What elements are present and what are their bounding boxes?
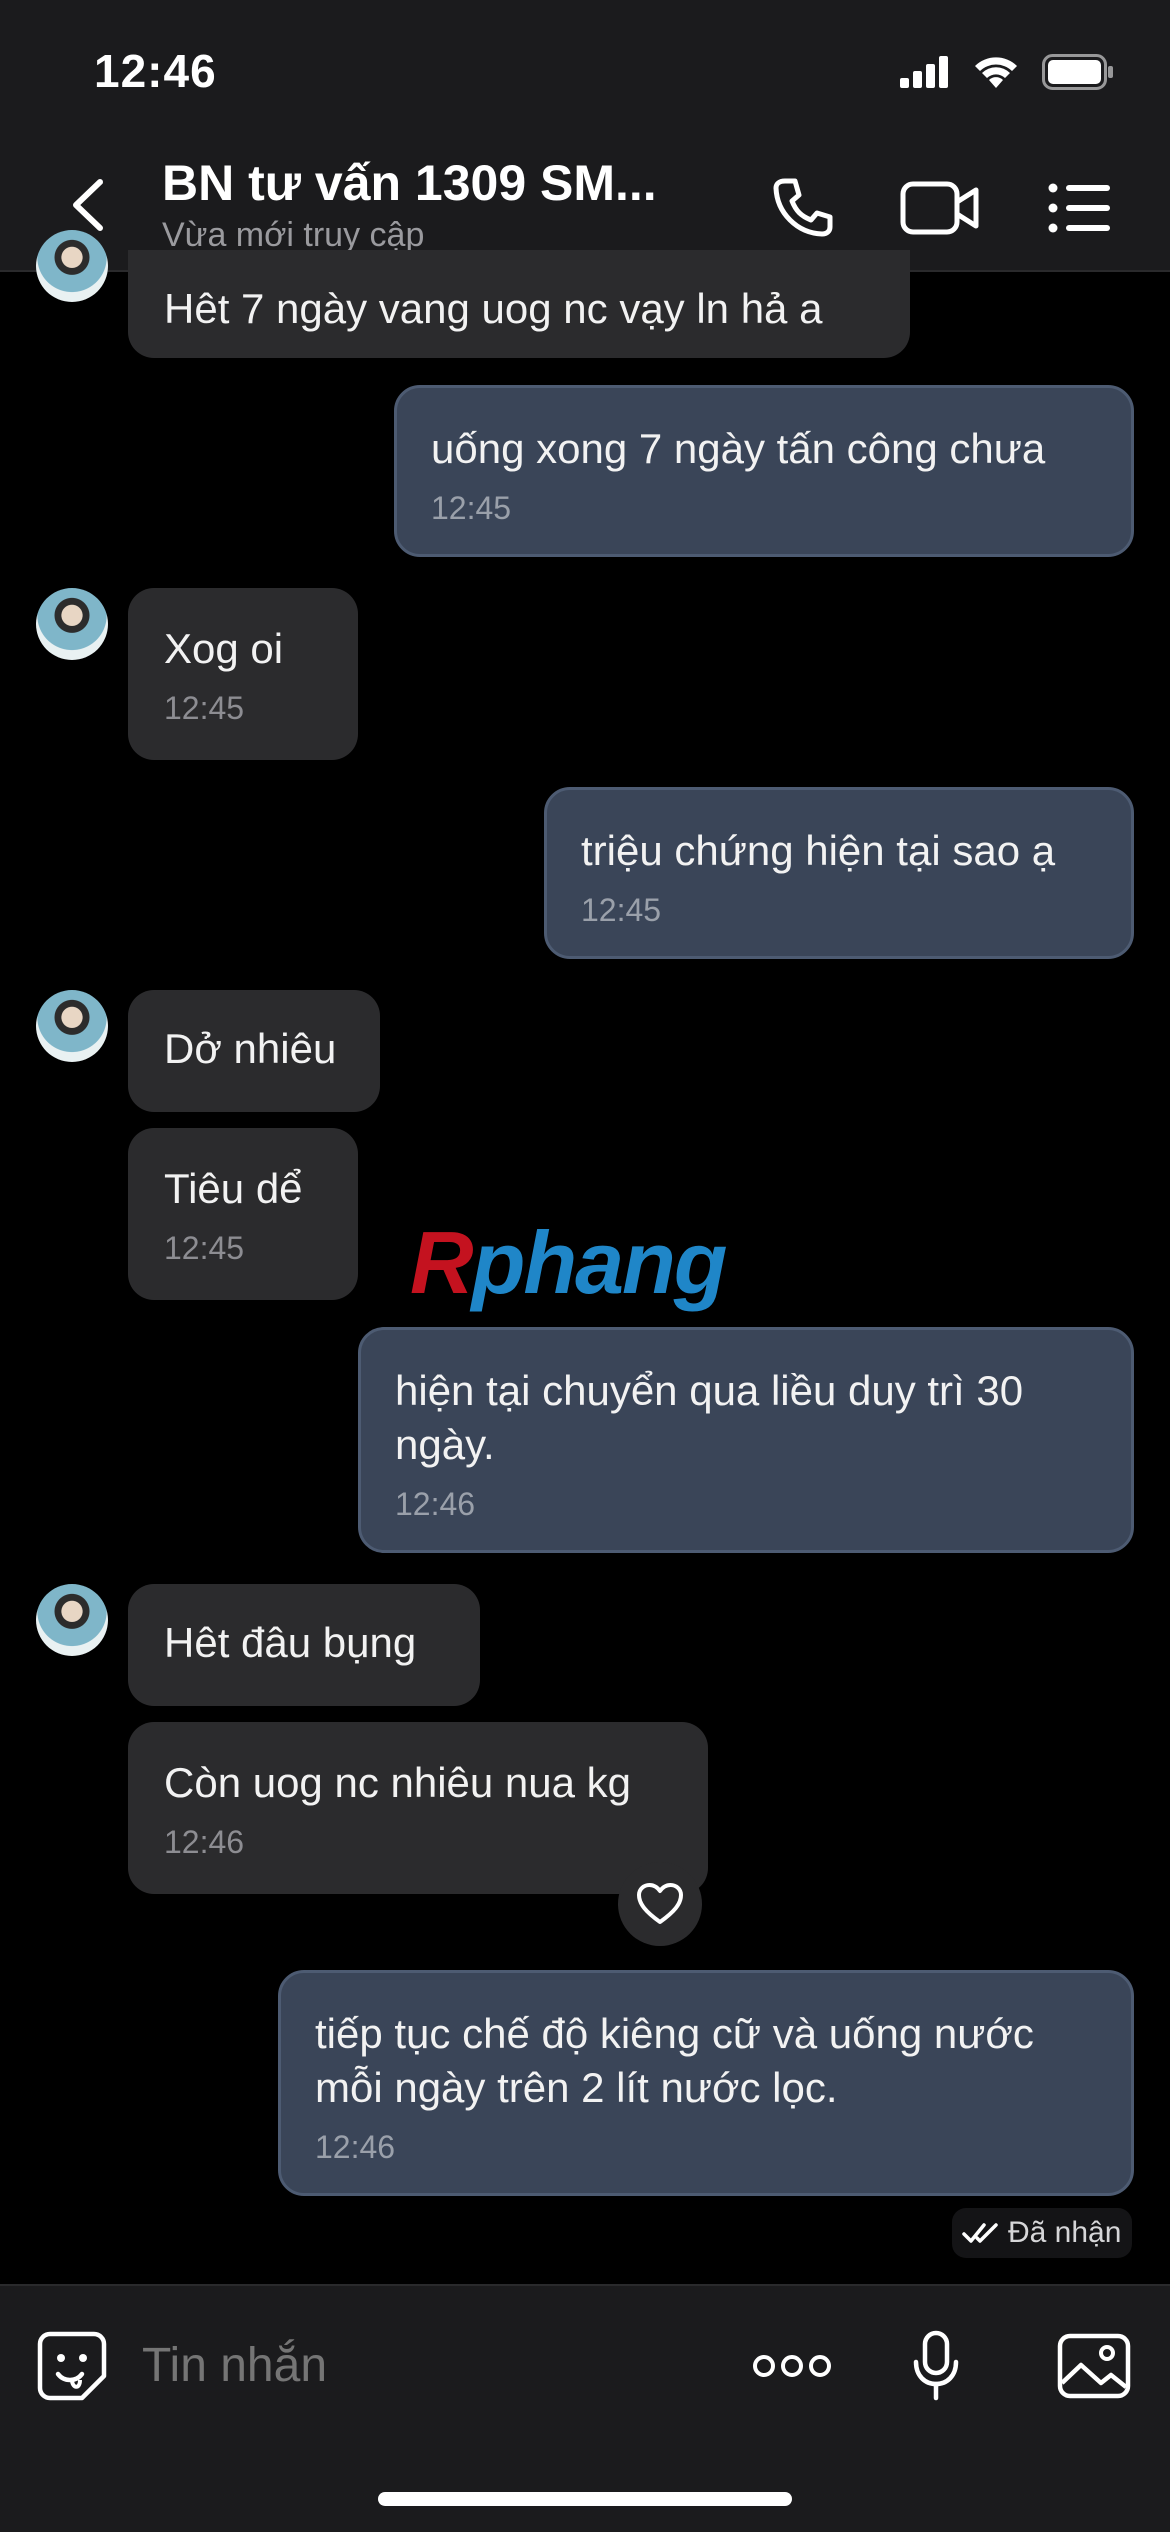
contact-avatar[interactable] [36,588,108,660]
message-incoming[interactable]: Còn uog nc nhiêu nua kg 12:46 [128,1722,708,1894]
chat-options-button[interactable] [1040,168,1120,248]
message-text: triệu chứng hiện tại sao ạ [581,827,1056,874]
message-incoming[interactable]: Hêt 7 ngày vang uog nc vạy ln hả a [128,250,910,358]
status-bar: 12:46 [0,0,1170,140]
message-incoming[interactable]: Dở nhiêu [128,990,380,1112]
reaction-button[interactable] [618,1862,702,1946]
voice-call-button[interactable] [762,168,842,248]
heart-icon [637,1883,683,1924]
status-time: 12:46 [94,45,217,97]
send-photo-button[interactable] [1054,2326,1134,2406]
emoji-sticker-icon [37,2331,107,2401]
image-gallery-icon [1057,2333,1131,2399]
video-camera-icon [900,181,979,235]
message-text: hiện tại chuyển qua liều duy trì 30 ngày… [395,1367,1024,1468]
message-text: Còn uog nc nhiêu nua kg [164,1759,632,1806]
message-outgoing[interactable]: uống xong 7 ngày tấn công chưa 12:45 [394,385,1134,557]
cellular-signal-icon [900,56,948,88]
message-time: 12:45 [431,490,512,526]
voice-message-button[interactable] [896,2326,976,2406]
watermark-logo: Rphang [410,1213,728,1312]
message-text: Tiêu dể [164,1165,303,1212]
message-text: Dở nhiêu [164,1025,337,1072]
message-input[interactable] [142,2338,702,2393]
contact-avatar[interactable] [36,1584,108,1656]
phone-icon [773,178,833,237]
status-icons [900,54,1114,90]
delivery-status-label: Đã nhận [1008,2216,1122,2249]
video-call-button[interactable] [900,168,980,248]
message-incoming[interactable]: Xog oi 12:45 [128,588,358,760]
message-outgoing[interactable]: triệu chứng hiện tại sao ạ 12:45 [544,787,1134,959]
message-text: Hêt 7 ngày vang uog nc vạy ln hả a [164,285,823,332]
home-indicator[interactable] [378,2492,792,2506]
message-incoming[interactable]: Tiêu dể 12:45 [128,1128,358,1300]
message-time: 12:45 [581,892,662,928]
chat-title[interactable]: BN tư vấn 1309 SM... [162,154,657,212]
delivery-status: Đã nhận [952,2208,1132,2258]
more-dots-icon [753,2355,831,2377]
message-outgoing[interactable]: tiếp tục chế độ kiêng cữ và uống nước mỗ… [278,1970,1134,2196]
more-options-button[interactable] [752,2326,832,2406]
wifi-icon [975,57,1017,88]
message-outgoing[interactable]: hiện tại chuyển qua liều duy trì 30 ngày… [358,1327,1134,1553]
message-time: 12:46 [164,1824,245,1860]
sticker-button[interactable] [32,2326,112,2406]
double-check-icon [962,2223,998,2243]
menu-list-icon [1048,183,1110,233]
contact-avatar[interactable] [36,230,108,302]
battery-icon [1042,54,1113,90]
message-time: 12:46 [395,1486,476,1522]
message-time: 12:45 [164,690,245,726]
message-time: 12:45 [164,1230,245,1266]
message-text: Hêt đâu bụng [164,1619,417,1666]
contact-avatar[interactable] [36,990,108,1062]
microphone-icon [913,2330,959,2401]
message-incoming[interactable]: Hêt đâu bụng [128,1584,480,1706]
message-time: 12:46 [315,2129,396,2165]
message-text: uống xong 7 ngày tấn công chưa [431,425,1046,472]
message-text: tiếp tục chế độ kiêng cữ và uống nước mỗ… [315,2010,1034,2111]
message-text: Xog oi [164,625,284,672]
